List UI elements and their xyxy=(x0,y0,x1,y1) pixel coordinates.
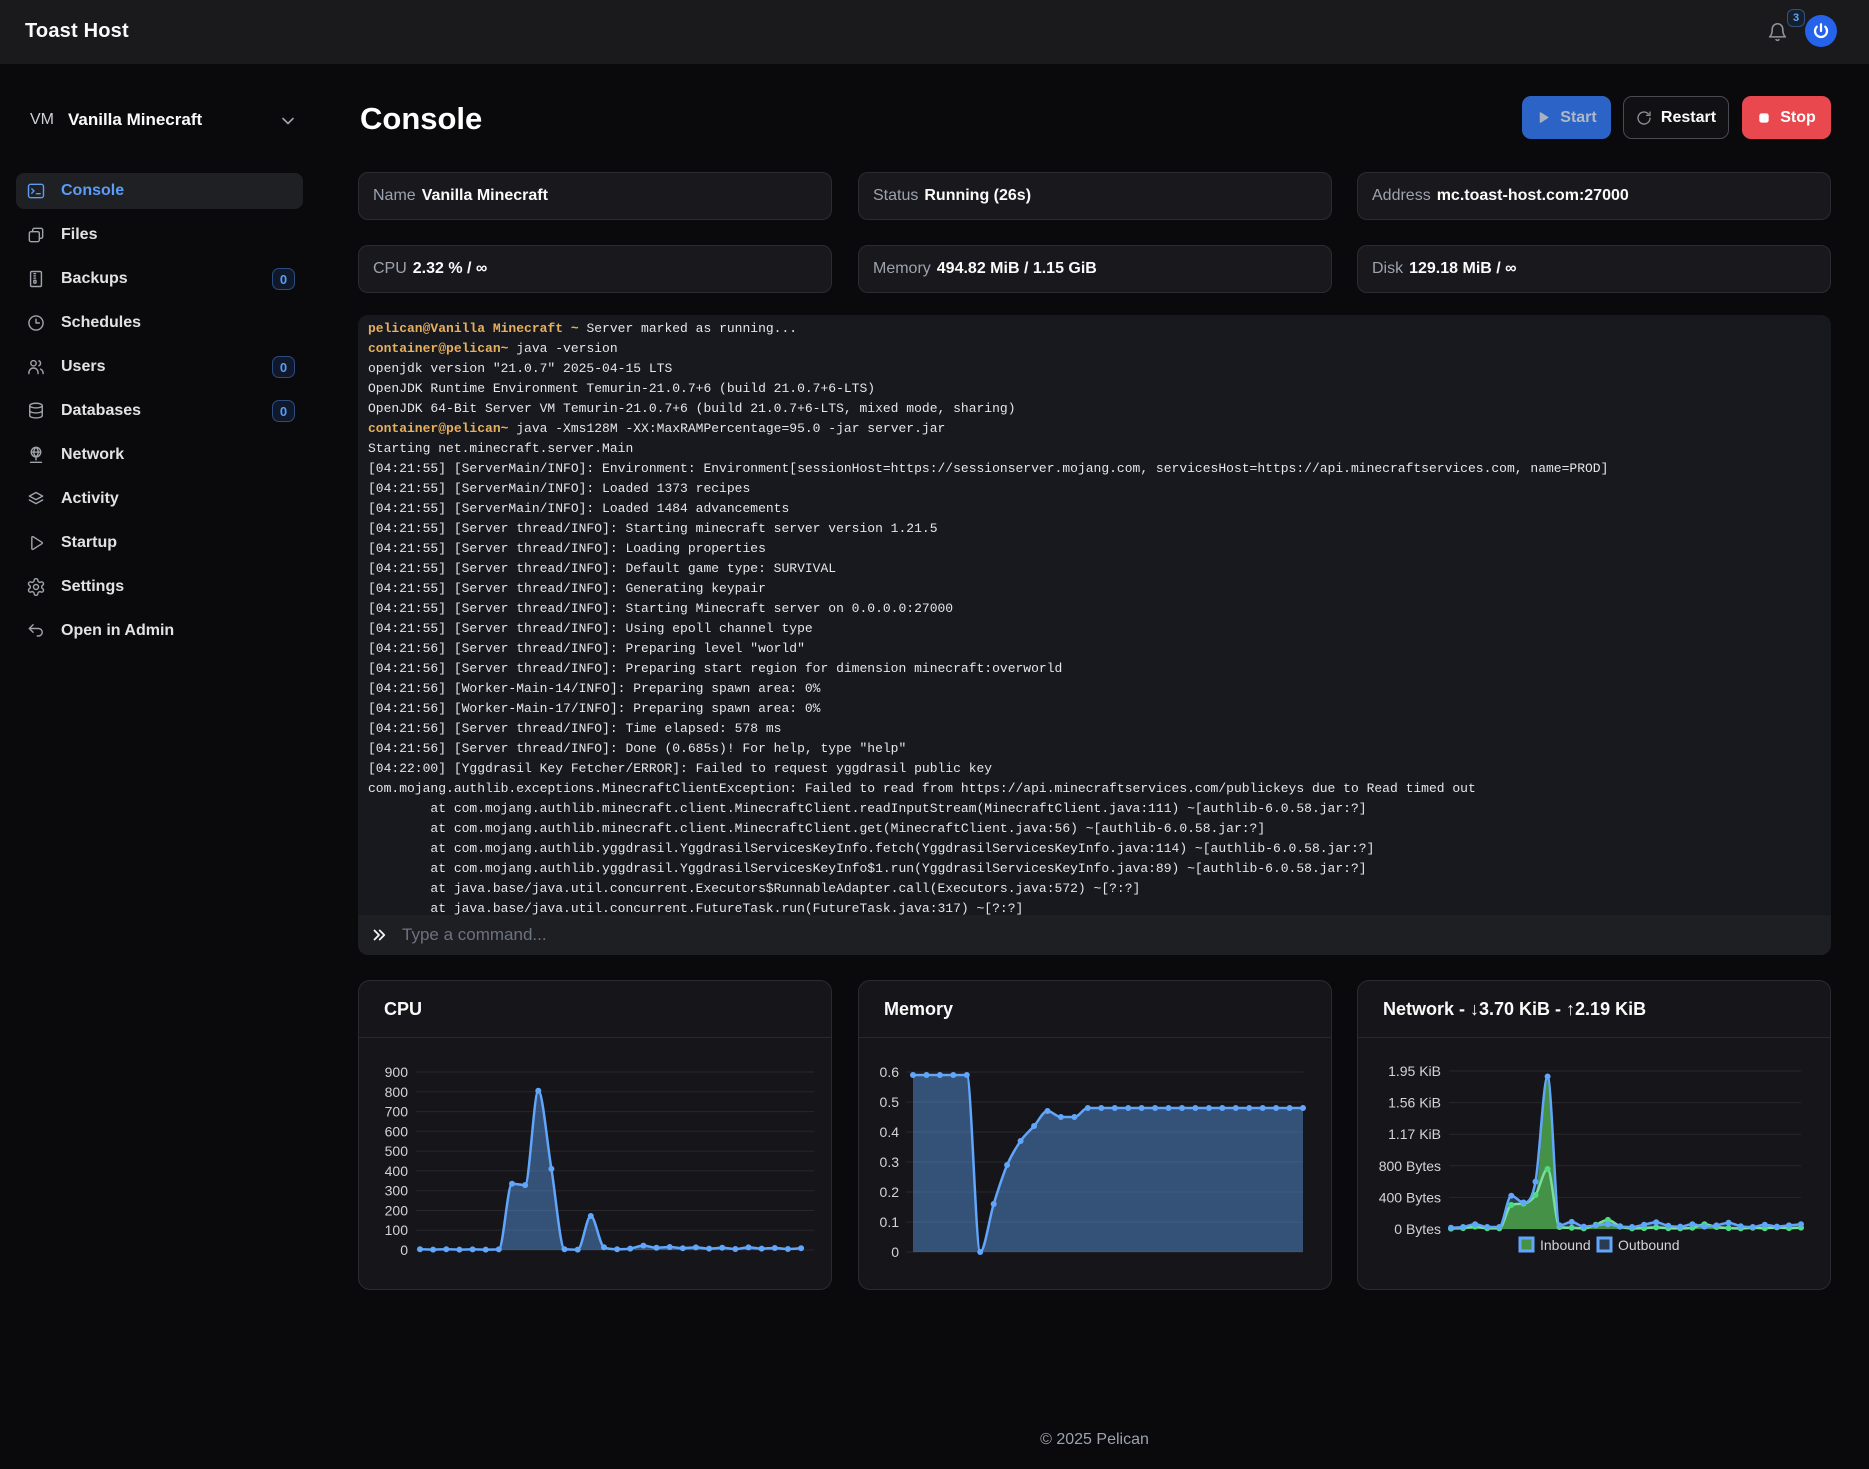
svg-text:800: 800 xyxy=(385,1084,409,1100)
svg-text:0.2: 0.2 xyxy=(880,1184,900,1200)
svg-text:200: 200 xyxy=(385,1203,409,1219)
svg-text:400: 400 xyxy=(385,1163,409,1179)
svg-text:Inbound: Inbound xyxy=(1540,1237,1591,1253)
svg-text:300: 300 xyxy=(385,1183,409,1199)
svg-text:0 Bytes: 0 Bytes xyxy=(1394,1221,1441,1237)
svg-text:400 Bytes: 400 Bytes xyxy=(1379,1189,1441,1205)
svg-text:0.6: 0.6 xyxy=(880,1064,900,1080)
svg-text:100: 100 xyxy=(385,1222,409,1238)
svg-text:0: 0 xyxy=(400,1242,408,1258)
svg-text:0.5: 0.5 xyxy=(880,1094,900,1110)
svg-text:Outbound: Outbound xyxy=(1618,1237,1680,1253)
svg-text:0.1: 0.1 xyxy=(880,1214,900,1230)
svg-text:1.95 KiB: 1.95 KiB xyxy=(1388,1063,1441,1079)
svg-text:700: 700 xyxy=(385,1104,409,1120)
svg-text:1.56 KiB: 1.56 KiB xyxy=(1388,1095,1441,1111)
svg-text:600: 600 xyxy=(385,1123,409,1139)
svg-text:0: 0 xyxy=(891,1244,899,1260)
svg-text:800 Bytes: 800 Bytes xyxy=(1379,1158,1441,1174)
svg-text:1.17 KiB: 1.17 KiB xyxy=(1388,1126,1441,1142)
svg-text:0.3: 0.3 xyxy=(880,1154,900,1170)
svg-text:0.4: 0.4 xyxy=(880,1124,900,1140)
svg-text:900: 900 xyxy=(385,1064,409,1080)
svg-text:500: 500 xyxy=(385,1143,409,1159)
